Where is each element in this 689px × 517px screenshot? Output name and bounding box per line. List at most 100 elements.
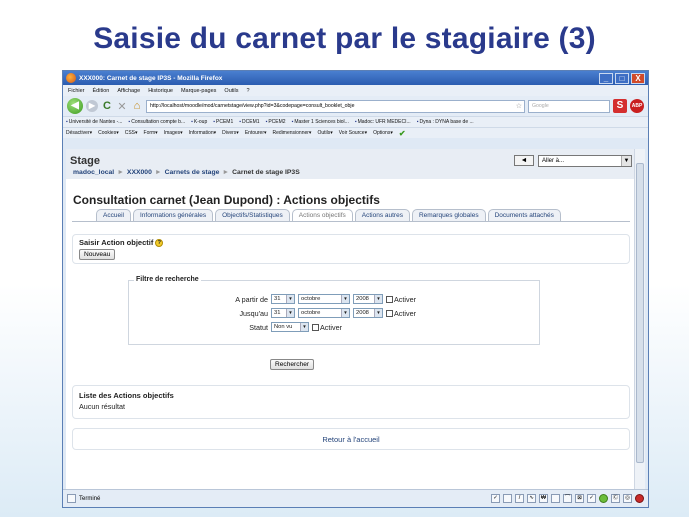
to-year-select[interactable]: 2008 ▼ bbox=[353, 308, 383, 318]
chevron-down-icon: ▼ bbox=[621, 156, 631, 166]
menu-marque-pages[interactable]: Marque-pages bbox=[181, 88, 216, 94]
bookmark-item[interactable]: PCEM1 bbox=[213, 119, 233, 125]
webdev-item[interactable]: Options▾ bbox=[373, 130, 393, 136]
addon-s-icon[interactable]: S bbox=[613, 99, 627, 113]
filter-to-row: Jusqu'au 31 ▼ octobre ▼ 2008 ▼ Activer bbox=[129, 308, 539, 318]
webdev-item[interactable]: Redimensionner▾ bbox=[273, 130, 312, 136]
status-tool-icon[interactable]: ∿ bbox=[527, 494, 536, 503]
from-day-select[interactable]: 31 ▼ bbox=[271, 294, 295, 304]
status-tool-icon[interactable]: / bbox=[515, 494, 524, 503]
from-activate-checkbox[interactable] bbox=[386, 295, 393, 303]
status-select[interactable]: Non vu ▼ bbox=[271, 322, 309, 332]
webdev-item[interactable]: Information▾ bbox=[189, 130, 217, 136]
page-content: Stage ◄ Aller à... ▼ madoc_local ► XXX000 ►… bbox=[66, 149, 636, 489]
breadcrumb: madoc_local ► XXX000 ► Carnets de stage ► Carn… bbox=[73, 169, 300, 176]
to-month-select[interactable]: octobre ▼ bbox=[298, 308, 350, 318]
bookmark-item[interactable]: Madoc: UFR MEDECI... bbox=[355, 119, 411, 125]
breadcrumb-link[interactable]: madoc_local bbox=[73, 169, 114, 176]
bookmark-item[interactable]: DCEM1 bbox=[239, 119, 260, 125]
to-activate-checkbox[interactable] bbox=[386, 309, 393, 317]
jump-prev-button[interactable]: ◄ bbox=[514, 155, 534, 166]
menu-historique[interactable]: Historique bbox=[148, 88, 173, 94]
jump-select-value: Aller à... bbox=[542, 158, 565, 164]
url-text: http://localhost/moodle/mod/carnetstage/… bbox=[150, 103, 355, 109]
results-panel: Liste des Actions objectifs Aucun résult… bbox=[72, 385, 630, 419]
bookmark-item[interactable]: PCEM2 bbox=[266, 119, 285, 125]
bookmark-item[interactable]: Dyna : DYNA base de ... bbox=[417, 119, 473, 125]
page-icon bbox=[67, 494, 76, 503]
webdev-item[interactable]: Images▾ bbox=[164, 130, 183, 136]
site-name: Stage bbox=[70, 155, 100, 167]
status-activate-checkbox[interactable] bbox=[312, 323, 319, 331]
status-tool-icon[interactable] bbox=[551, 494, 560, 503]
close-button[interactable]: X bbox=[631, 72, 645, 84]
home-icon[interactable]: ⌂ bbox=[131, 100, 143, 112]
back-home-link[interactable]: Retour à l'accueil bbox=[322, 435, 379, 444]
status-tool-icon[interactable]: ₩ bbox=[539, 494, 548, 503]
browser-window: XXX000: Carnet de stage IP3S - Mozilla F… bbox=[62, 70, 649, 508]
webdev-item[interactable]: Entourer▾ bbox=[245, 130, 267, 136]
status-bar: Terminé ✓ / ∿ ₩ ⌒ ⊠ ✓ Ⓒ ◎ bbox=[63, 489, 648, 507]
status-tool-icon[interactable] bbox=[503, 494, 512, 503]
adblock-icon[interactable]: ABP bbox=[630, 99, 644, 113]
status-activate-label: Activer bbox=[320, 322, 342, 332]
breadcrumb-link[interactable]: Carnets de stage bbox=[165, 169, 220, 176]
menu-edition[interactable]: Édition bbox=[93, 88, 110, 94]
rechercher-button[interactable]: Rechercher bbox=[270, 359, 315, 370]
status-tool-icon[interactable]: ◎ bbox=[623, 494, 632, 503]
menu-bar: Fichier Édition Affichage Historique Mar… bbox=[63, 85, 648, 96]
bookmark-item[interactable]: Université de Nantes -... bbox=[66, 119, 123, 125]
url-bar[interactable]: http://localhost/moodle/mod/carnetstage/… bbox=[146, 99, 525, 113]
maximize-button[interactable]: □ bbox=[615, 72, 629, 84]
reload-icon[interactable]: C bbox=[101, 100, 113, 112]
back-panel: Retour à l'accueil bbox=[72, 428, 630, 450]
from-activate-label: Activer bbox=[394, 294, 416, 304]
to-day-select[interactable]: 31 ▼ bbox=[271, 308, 295, 318]
webdev-item[interactable]: Cookies▾ bbox=[98, 130, 119, 136]
status-tool-icon[interactable]: ⌒ bbox=[563, 494, 572, 503]
stop-icon[interactable]: ✕ bbox=[116, 100, 128, 113]
status-ok-icon[interactable] bbox=[599, 494, 608, 503]
webdev-item[interactable]: Form▾ bbox=[144, 130, 158, 136]
webdev-item[interactable]: Divers▾ bbox=[222, 130, 239, 136]
filter-status-row: Statut Non vu ▼ Activer bbox=[129, 322, 539, 332]
window-titlebar: XXX000: Carnet de stage IP3S - Mozilla F… bbox=[63, 71, 648, 85]
help-icon[interactable]: ? bbox=[155, 238, 164, 247]
bookmark-item[interactable]: Master 1 Sciences biol... bbox=[292, 119, 348, 125]
menu-outils[interactable]: Outils bbox=[224, 88, 238, 94]
status-tool-icon[interactable]: ✓ bbox=[491, 494, 500, 503]
webdev-item[interactable]: CSS▾ bbox=[125, 130, 138, 136]
nouveau-button[interactable]: Nouveau bbox=[79, 249, 116, 260]
menu-fichier[interactable]: Fichier bbox=[68, 88, 85, 94]
back-button[interactable]: ◀ bbox=[67, 98, 83, 114]
status-tool-icon[interactable]: ✓ bbox=[587, 494, 596, 503]
bookmarks-toolbar: Université de Nantes -... Consultation c… bbox=[63, 116, 648, 127]
bookmark-star-icon[interactable]: ☆ bbox=[516, 102, 524, 110]
from-year-select[interactable]: 2008 ▼ bbox=[353, 294, 383, 304]
status-tool-icon[interactable]: Ⓒ bbox=[611, 494, 620, 503]
bookmark-item[interactable]: Consultation compte b... bbox=[128, 119, 185, 125]
search-filter: Filtre de recherche A partir de 31 ▼ octo… bbox=[128, 276, 540, 345]
bookmark-item[interactable]: K-oup bbox=[191, 119, 207, 125]
webdev-item[interactable]: Voir Source▾ bbox=[339, 130, 367, 136]
menu-help[interactable]: ? bbox=[246, 88, 249, 94]
forward-button[interactable]: ▶ bbox=[86, 100, 98, 112]
status-label: Statut bbox=[249, 322, 268, 332]
tab-divider bbox=[72, 221, 630, 222]
breadcrumb-link[interactable]: XXX000 bbox=[127, 169, 152, 176]
vertical-scrollbar[interactable] bbox=[634, 149, 645, 489]
from-month-select[interactable]: octobre ▼ bbox=[298, 294, 350, 304]
scrollbar-thumb[interactable] bbox=[636, 163, 644, 463]
jump-select[interactable]: Aller à... ▼ bbox=[538, 155, 632, 167]
search-input[interactable]: Google bbox=[528, 99, 610, 113]
status-text: Terminé bbox=[79, 495, 101, 502]
status-stop-icon[interactable] bbox=[635, 494, 644, 503]
window-title: XXX000: Carnet de stage IP3S - Mozilla F… bbox=[79, 74, 223, 82]
webdev-item[interactable]: Désactiver▾ bbox=[66, 130, 92, 136]
status-tool-icon[interactable]: ⊠ bbox=[575, 494, 584, 503]
new-action-panel: Saisir Action objectif ? Nouveau bbox=[72, 234, 630, 264]
webdev-item[interactable]: Outils▾ bbox=[317, 130, 332, 136]
minimize-button[interactable]: _ bbox=[599, 72, 613, 84]
menu-affichage[interactable]: Affichage bbox=[117, 88, 140, 94]
from-label: A partir de bbox=[235, 294, 268, 304]
